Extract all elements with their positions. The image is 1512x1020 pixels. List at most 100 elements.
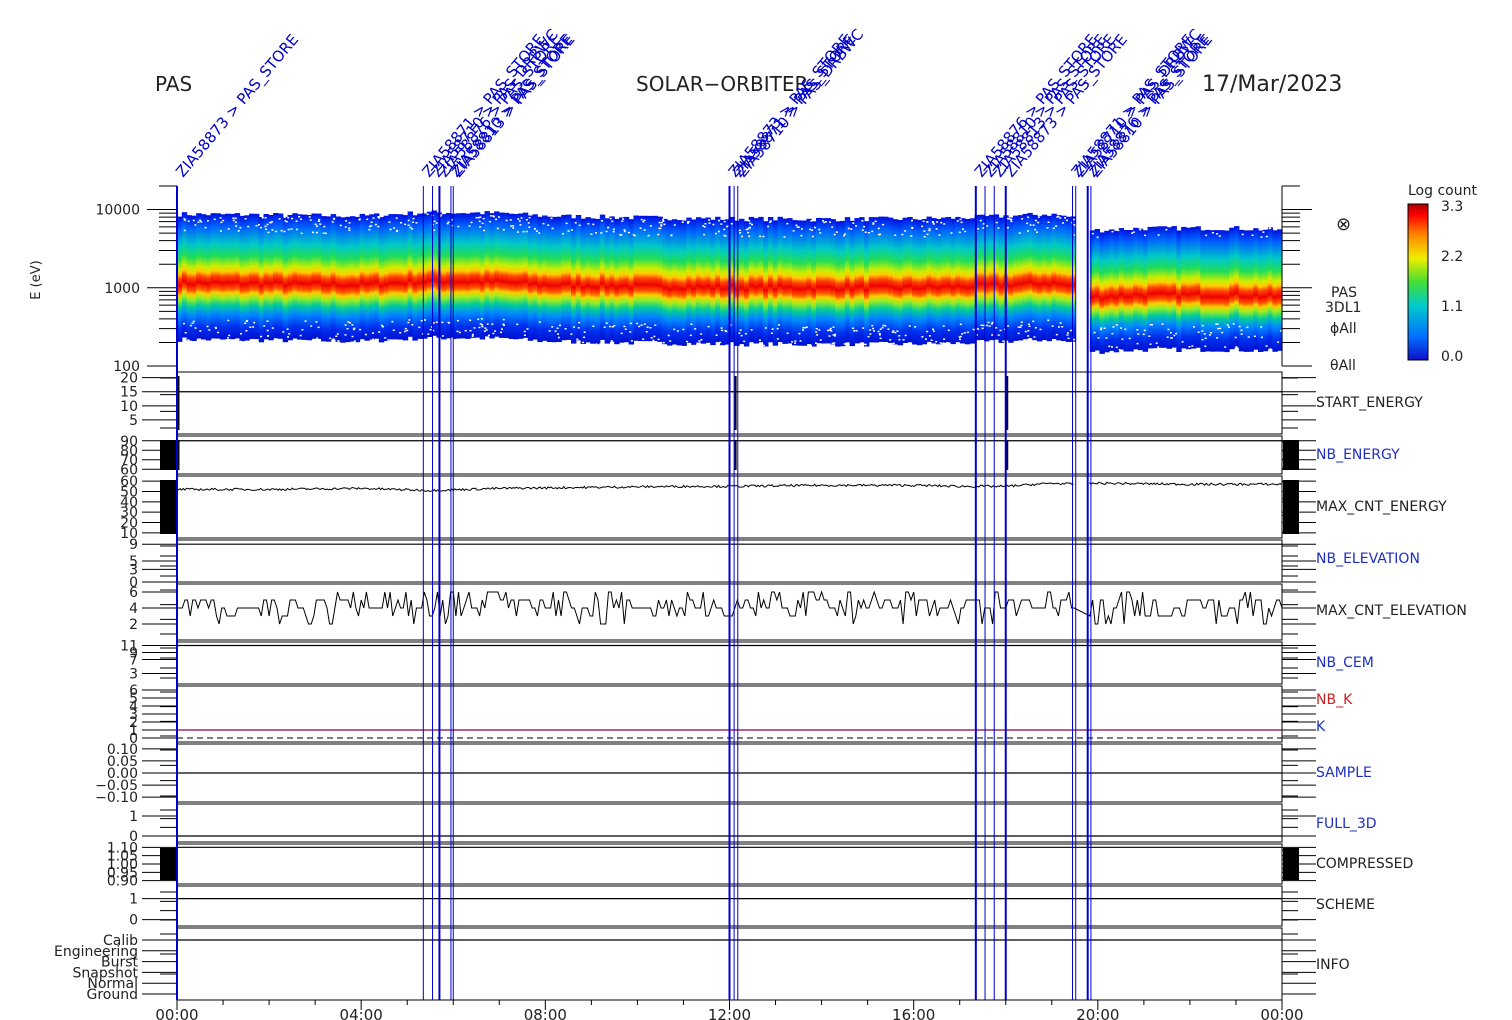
spectrogram-speckle [995, 221, 998, 224]
spectrogram-speckle [1253, 335, 1256, 337]
spectrogram-column [1243, 230, 1249, 352]
spectrogram-speckle [926, 330, 929, 333]
spectrogram-speckle [1205, 225, 1208, 227]
spectrogram-speckle [368, 228, 371, 231]
colorbar-tick: 0.0 [1441, 349, 1463, 365]
spectrogram-column [1229, 227, 1235, 350]
spectrogram-speckle [1247, 336, 1250, 338]
panel-scheme: 10 [129, 885, 1316, 929]
spectrogram-speckle [200, 221, 203, 223]
panel-dense-ticks [1283, 480, 1299, 534]
spectrogram-speckle [643, 219, 646, 222]
spectrogram-column [196, 213, 202, 339]
pas-survey-plot: PAS SOLAR−ORBITER 17/Mar/2023 E (eV) PAS… [29, 26, 1477, 1020]
spectrogram-speckle [1269, 348, 1272, 350]
energy-spectrogram-panel: E (eV) PAS 3DL1 ϕAll θAll ⊗ 100001000100 [29, 185, 1361, 375]
spectrogram-speckle [740, 334, 743, 337]
spectrogram-speckle [670, 234, 673, 237]
spectrogram-speckle [694, 328, 697, 330]
spectrogram-speckle [843, 233, 846, 235]
spectrogram-speckle [409, 226, 412, 229]
time-axis-tick-label: 00:00 [1260, 1006, 1303, 1020]
spectrogram-speckle [351, 324, 354, 326]
spectrogram-column [1113, 230, 1120, 353]
spectrogram-speckle [227, 228, 230, 230]
spectrogram-column [330, 214, 337, 340]
spectrogram-speckle [516, 231, 519, 233]
spectrogram-column [1214, 230, 1221, 352]
spectrogram-speckle [1091, 232, 1094, 235]
spectrogram-column [369, 214, 375, 340]
spectrogram-speckle [392, 329, 395, 331]
spectrogram-speckle [1137, 222, 1140, 224]
spectrogram-speckle [946, 342, 949, 344]
spectrogram-speckle [1197, 331, 1200, 333]
spectrogram-column [1272, 230, 1278, 352]
spectrogram-speckle [322, 232, 325, 234]
spectrogram-speckle [557, 336, 560, 339]
spectrogram-column [1267, 227, 1273, 349]
spectrogram-column [940, 217, 947, 343]
spectrogram-speckle [1062, 222, 1064, 224]
spectrogram-speckle [882, 223, 885, 226]
spectrogram-speckle [1110, 220, 1113, 223]
spectrogram-column [590, 218, 596, 344]
spectrogram-speckle [234, 221, 237, 223]
panel-y-tick-label: 1 [129, 892, 138, 908]
spectrogram-column [325, 216, 332, 342]
spectrogram-speckle [879, 343, 882, 345]
spectrogram-speckle [599, 343, 602, 345]
spectrogram-speckle [1022, 344, 1025, 346]
spectrogram-column [623, 216, 630, 343]
spectrogram-speckle [471, 335, 474, 337]
spectrogram-speckle [603, 326, 606, 328]
spectrogram-speckle [828, 335, 831, 337]
spectrogram-column [402, 215, 409, 341]
spectrogram-speckle [703, 233, 706, 236]
spectrogram-speckle [299, 334, 302, 337]
spectrogram-speckle [255, 225, 258, 227]
spectrogram-column [1037, 216, 1043, 342]
spectrogram-speckle [415, 222, 418, 224]
spectrogram-speckle [426, 213, 429, 215]
spectrogram-column [988, 214, 995, 341]
spectrogram-speckle [566, 340, 568, 342]
spectrogram-speckle [881, 326, 884, 329]
spectrogram-speckle [372, 332, 374, 334]
spectrogram-speckle [825, 221, 827, 223]
spectrogram-speckle [708, 219, 711, 221]
spectrogram-speckle [1278, 226, 1281, 228]
spectrogram-column [287, 215, 293, 341]
spectrogram-speckle [902, 339, 905, 341]
spectrogram-speckle [873, 330, 875, 332]
spectrogram-column [398, 214, 404, 340]
spectrogram-speckle [723, 228, 726, 231]
spectrogram-speckle [921, 225, 924, 228]
spectrogram-speckle [1108, 345, 1111, 348]
spectrogram-speckle [548, 330, 551, 332]
spectrogram-speckle [510, 225, 513, 227]
spectrogram-speckle [686, 340, 689, 343]
spectrogram-column [393, 214, 399, 340]
spectrogram-speckle [724, 329, 727, 332]
spectrogram-speckle [283, 216, 286, 219]
spectrogram-speckle [378, 217, 381, 219]
spectrogram-speckle [1105, 337, 1108, 339]
spectrogram-speckle [315, 225, 318, 227]
spectrogram-speckle [800, 234, 803, 237]
spectrogram-speckle [232, 217, 235, 219]
spectrogram-y-tick-label: 10000 [95, 203, 140, 219]
colorbar-title: Log count [1408, 183, 1477, 199]
spectrogram-speckle [1102, 220, 1105, 223]
spectrogram-column [1234, 226, 1240, 348]
panel-label-nb-elevation: NB_ELEVATION [1316, 551, 1420, 567]
spectrogram-column [585, 217, 591, 343]
spectrogram-speckle [204, 226, 207, 229]
spectrogram-speckle [936, 221, 939, 223]
spectrogram-speckle [1055, 333, 1058, 336]
spectrogram-speckle [932, 221, 935, 224]
spectrogram-speckle [441, 321, 444, 324]
spectrogram-speckle [384, 337, 387, 339]
spectrogram-speckle [1201, 338, 1204, 341]
spectrogram-speckle [831, 226, 834, 228]
